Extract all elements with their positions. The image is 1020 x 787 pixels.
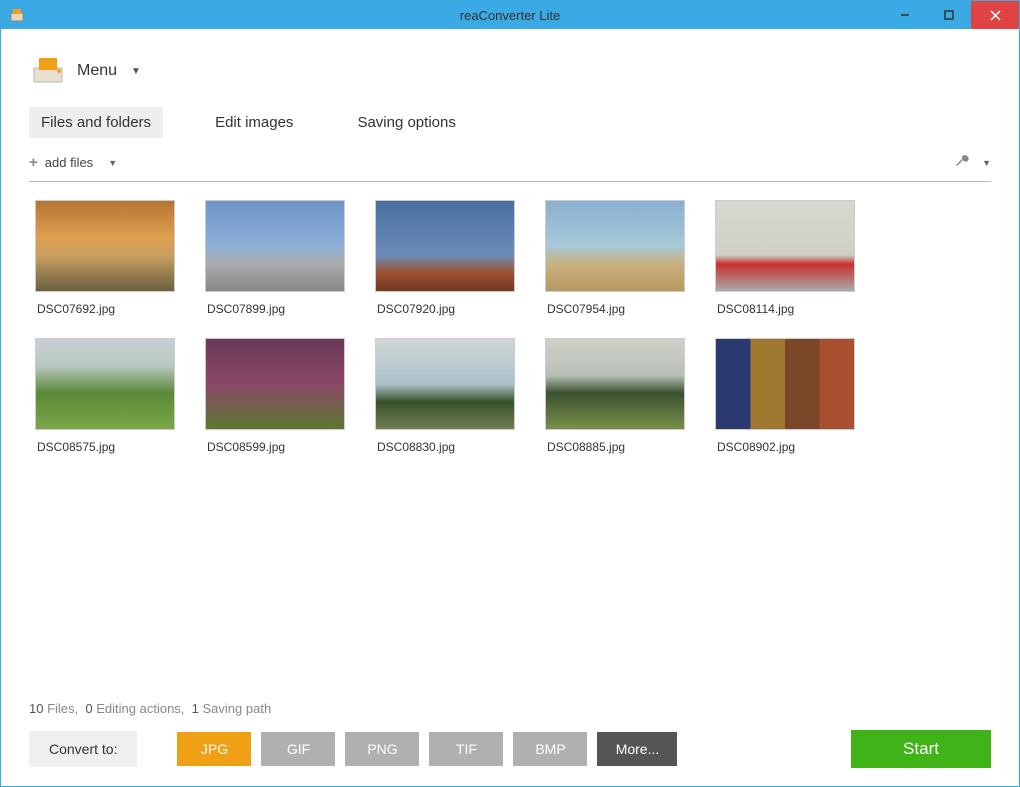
minimize-button[interactable]: [883, 1, 927, 29]
maximize-button[interactable]: [927, 1, 971, 29]
thumbnail-item[interactable]: DSC07692.jpg: [35, 200, 175, 316]
thumbnail-item[interactable]: DSC08114.jpg: [715, 200, 855, 316]
thumbnail-image: [545, 338, 685, 430]
format-jpg-button[interactable]: JPG: [177, 732, 251, 766]
titlebar: reaConverter Lite: [1, 1, 1019, 29]
thumbnail-caption: DSC07692.jpg: [35, 302, 175, 316]
wrench-icon: [953, 152, 971, 173]
tab-edit-images[interactable]: Edit images: [203, 107, 305, 138]
thumbnail-grid: DSC07692.jpg DSC07899.jpg DSC07920.jpg DSC0…: [29, 200, 991, 454]
thumbnail-image: [715, 338, 855, 430]
thumbnail-item[interactable]: DSC08599.jpg: [205, 338, 345, 454]
tab-saving-options[interactable]: Saving options: [345, 107, 467, 138]
app-icon: [9, 7, 25, 23]
format-gif-button[interactable]: GIF: [261, 732, 335, 766]
thumbnail-item[interactable]: DSC08902.jpg: [715, 338, 855, 454]
plus-icon: +: [29, 154, 38, 171]
thumbnail-caption: DSC07954.jpg: [545, 302, 685, 316]
convert-to-label: Convert to:: [29, 731, 137, 767]
format-more-button[interactable]: More...: [597, 732, 677, 766]
thumbnail-caption: DSC08575.jpg: [35, 440, 175, 454]
bottom-bar: Convert to: JPG GIF PNG TIF BMP More... Start: [29, 730, 991, 768]
thumbnail-item[interactable]: DSC07920.jpg: [375, 200, 515, 316]
window-title: reaConverter Lite: [1, 8, 1019, 23]
start-button[interactable]: Start: [851, 730, 991, 768]
thumbnail-item[interactable]: DSC07954.jpg: [545, 200, 685, 316]
thumbnail-item[interactable]: DSC07899.jpg: [205, 200, 345, 316]
format-png-button[interactable]: PNG: [345, 732, 419, 766]
thumbnail-item[interactable]: DSC08575.jpg: [35, 338, 175, 454]
format-tif-button[interactable]: TIF: [429, 732, 503, 766]
tabs: Files and folders Edit images Saving optio…: [29, 107, 991, 138]
tab-files-and-folders[interactable]: Files and folders: [29, 107, 163, 138]
app-window: reaConverter Lite Menu ▼ Files and folde…: [0, 0, 1020, 787]
thumbnail-image: [35, 200, 175, 292]
thumbnail-item[interactable]: DSC08885.jpg: [545, 338, 685, 454]
add-files-button[interactable]: + add files ▼: [29, 154, 117, 171]
thumbnail-caption: DSC08885.jpg: [545, 440, 685, 454]
thumbnail-image: [375, 200, 515, 292]
thumbnail-image: [375, 338, 515, 430]
thumbnail-caption: DSC08114.jpg: [715, 302, 855, 316]
chevron-down-icon: ▼: [982, 158, 991, 168]
thumbnail-caption: DSC07920.jpg: [375, 302, 515, 316]
menu-button[interactable]: Menu ▼: [29, 53, 991, 89]
thumbnail-image: [35, 338, 175, 430]
format-bmp-button[interactable]: BMP: [513, 732, 587, 766]
chevron-down-icon: ▼: [108, 158, 117, 168]
chevron-down-icon: ▼: [131, 66, 141, 77]
status-bar: 10 Files, 0 Editing actions, 1 Saving pa…: [29, 701, 991, 730]
thumbnail-image: [205, 200, 345, 292]
thumbnail-image: [205, 338, 345, 430]
printer-icon: [29, 53, 67, 89]
add-files-label: add files: [45, 155, 93, 170]
thumbnail-caption: DSC07899.jpg: [205, 302, 345, 316]
close-button[interactable]: [971, 1, 1019, 29]
thumbnail-item[interactable]: DSC08830.jpg: [375, 338, 515, 454]
settings-button[interactable]: ▼: [953, 152, 991, 173]
thumbnail-caption: DSC08599.jpg: [205, 440, 345, 454]
thumbnail-image: [715, 200, 855, 292]
menu-label: Menu: [77, 62, 117, 80]
thumbnail-image: [545, 200, 685, 292]
thumbnail-caption: DSC08902.jpg: [715, 440, 855, 454]
thumbnail-caption: DSC08830.jpg: [375, 440, 515, 454]
